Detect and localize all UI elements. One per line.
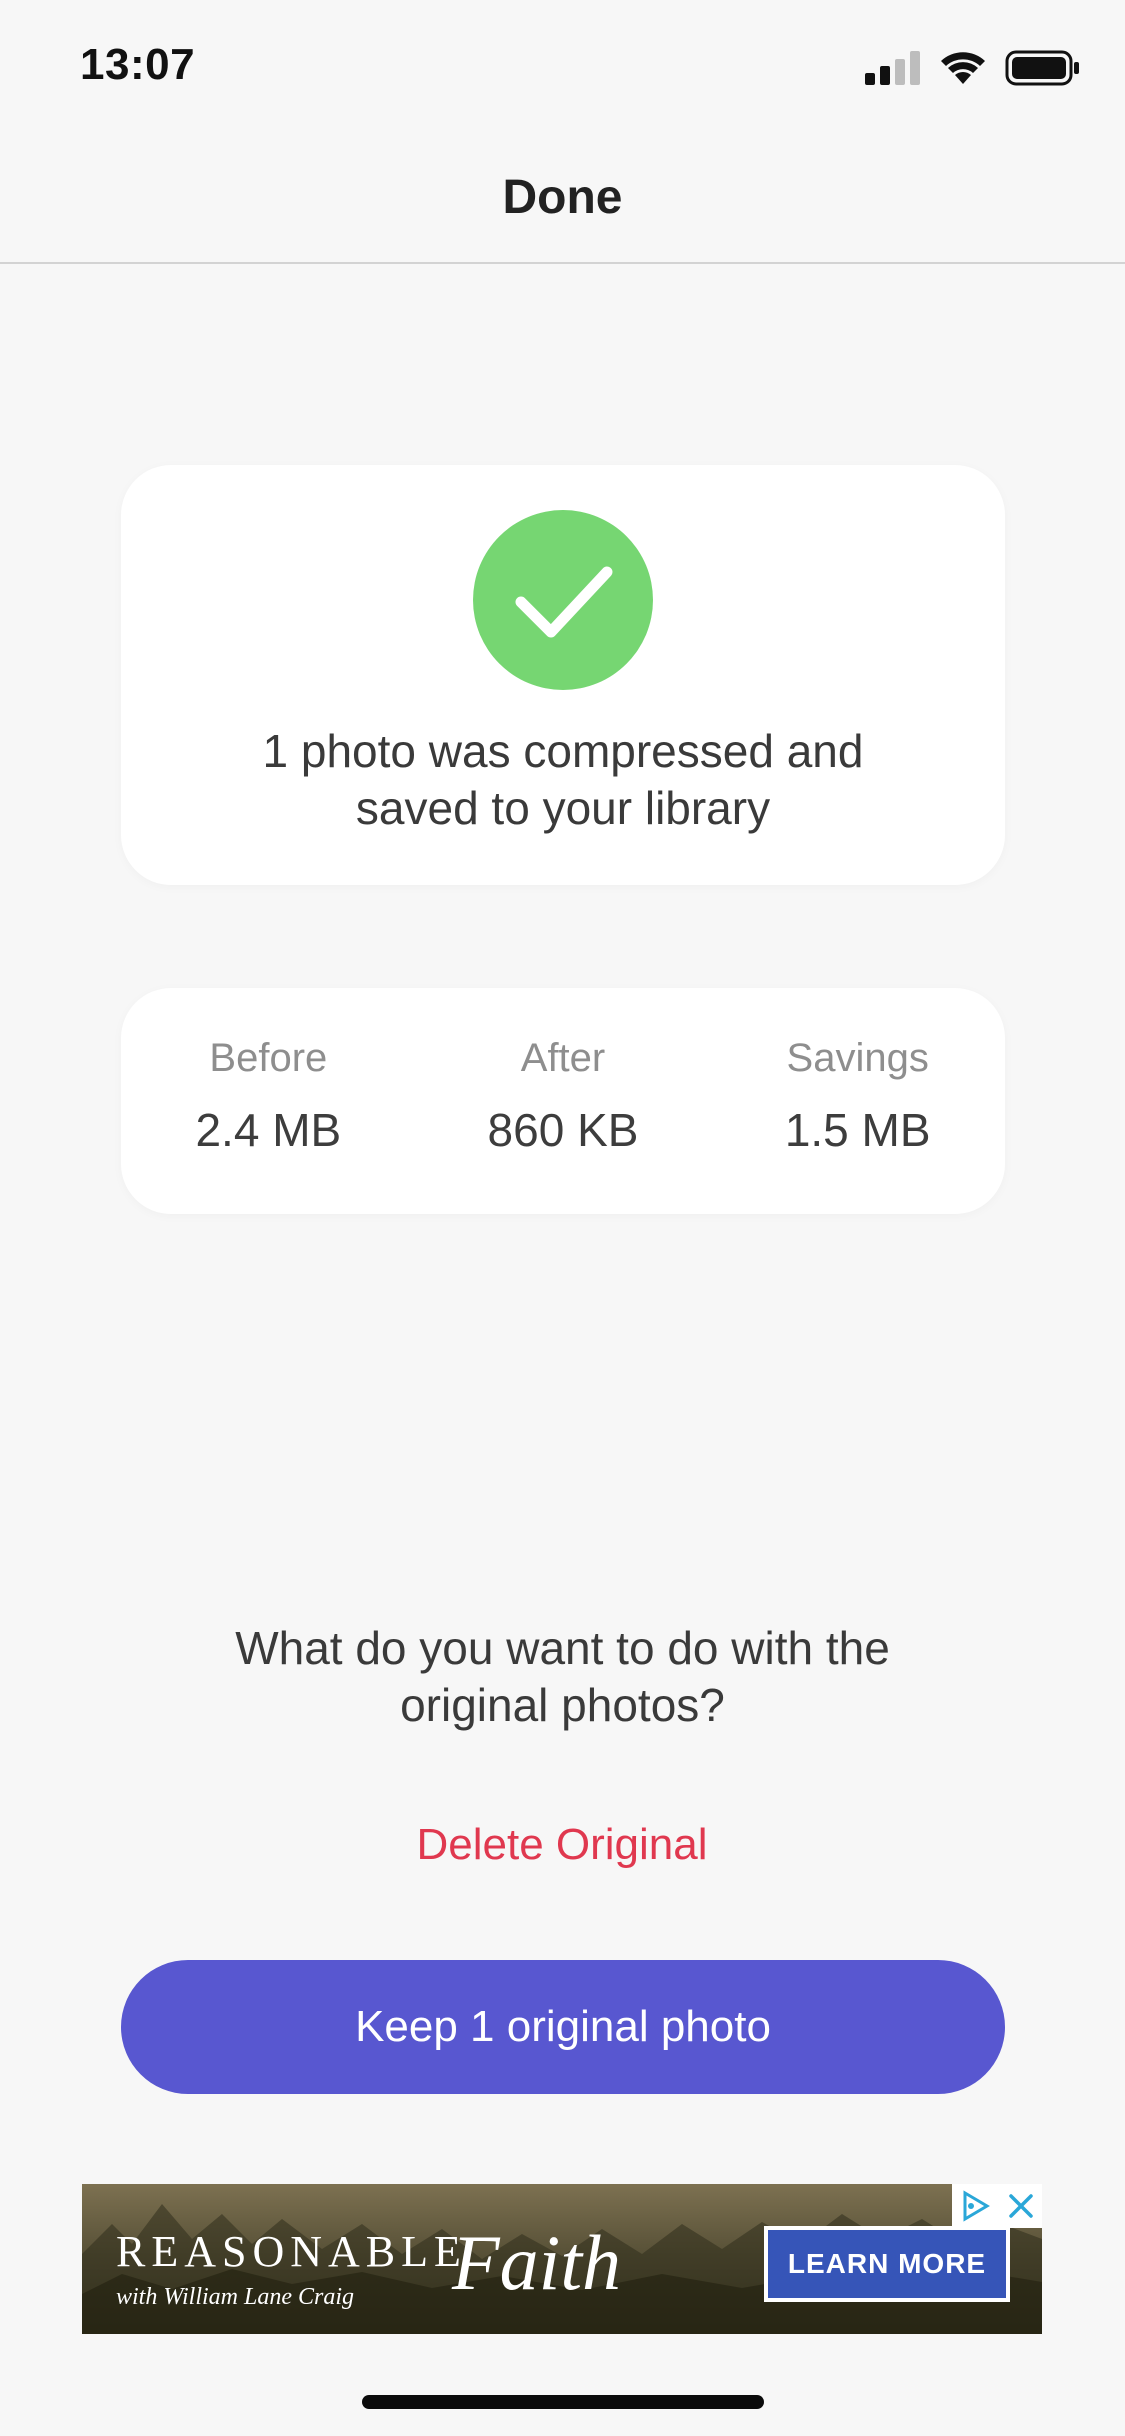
cellular-signal-icon [865,51,920,85]
status-bar: 13:07 [0,0,1125,132]
success-badge [473,510,653,690]
home-indicator[interactable] [362,2395,764,2409]
success-card: 1 photo was compressed and saved to your… [121,465,1005,885]
nav-bar: Done [0,132,1125,264]
battery-icon [1005,50,1079,86]
checkmark-icon [515,566,613,638]
stat-savings: Savings 1.5 MB [710,988,1005,1214]
original-photos-question: What do you want to do with the original… [235,1622,890,1731]
ad-banner[interactable]: REASONABLE with William Lane Craig Faith… [82,2184,1042,2334]
stat-label: Savings [786,1036,929,1080]
delete-original-button[interactable]: Delete Original [362,1815,762,1875]
stat-value: 1.5 MB [784,1104,931,1156]
adchoices-icon[interactable] [959,2189,993,2223]
ad-subline: with William Lane Craig [116,2284,355,2310]
stat-label: Before [209,1036,328,1080]
keep-original-button[interactable]: Keep 1 original photo [121,1960,1005,2094]
stat-label: After [520,1036,606,1080]
stat-before: Before 2.4 MB [121,988,416,1214]
stat-value: 2.4 MB [195,1104,342,1156]
stats-card: Before 2.4 MB After 860 KB Savings 1.5 M… [121,988,1005,1214]
ad-learn-more-button[interactable]: LEARN MORE [764,2226,1010,2302]
ad-brand-text: REASONABLE [116,2227,467,2276]
success-message: 1 photo was compressed and saved to your… [262,725,864,834]
stat-value: 860 KB [487,1104,639,1156]
ad-script-text: Faith [452,2219,621,2306]
ad-choices[interactable] [952,2184,1042,2228]
wifi-icon [941,52,985,84]
close-icon[interactable] [1006,2191,1036,2221]
stat-after: After 860 KB [416,988,711,1214]
status-icons [865,50,1081,86]
page-title: Done [502,170,623,224]
status-time: 13:07 [80,40,196,89]
